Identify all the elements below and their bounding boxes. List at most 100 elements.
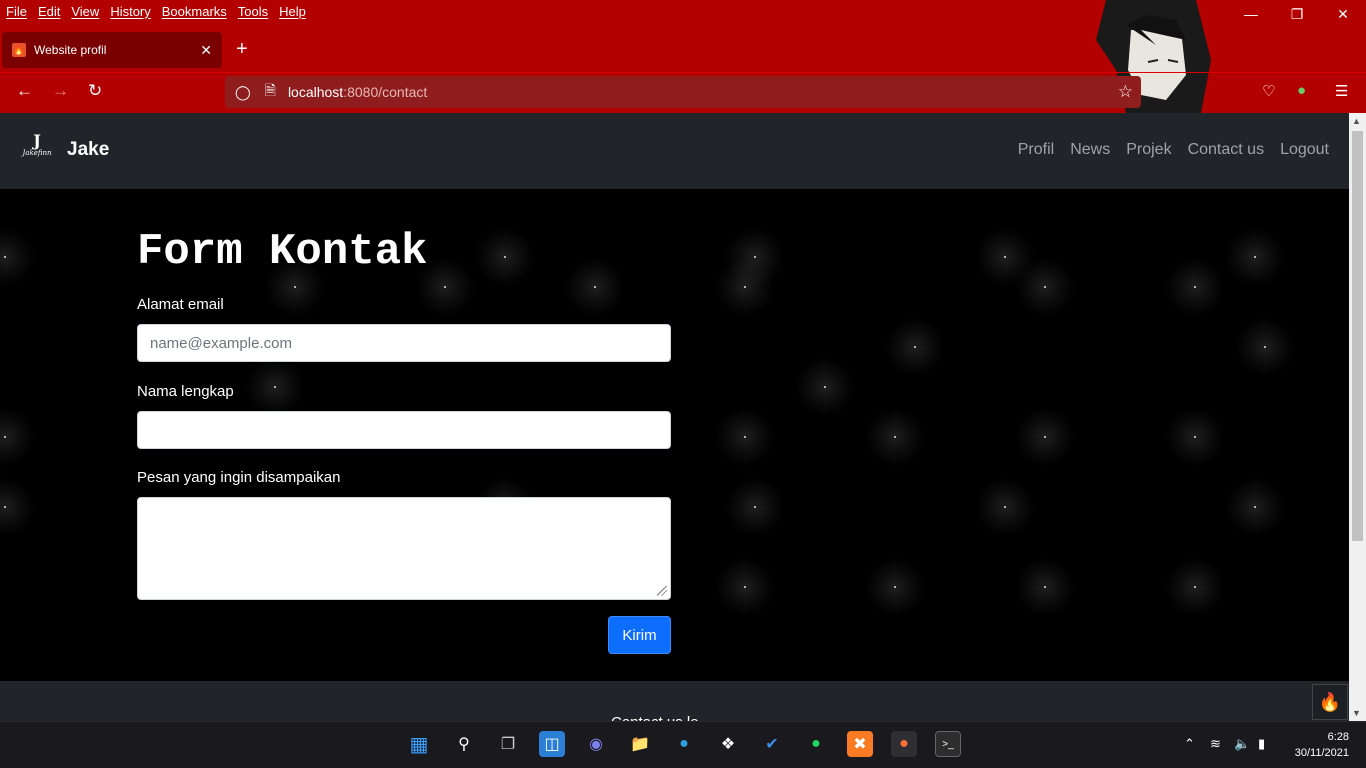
brand-logo-text: Jakefinn — [22, 149, 52, 157]
background-dot — [1015, 407, 1075, 467]
todo-icon[interactable]: ✔ — [759, 731, 785, 757]
name-field[interactable] — [137, 411, 671, 449]
file-explorer-icon[interactable]: 📁 — [627, 731, 653, 757]
new-tab-icon[interactable]: + — [236, 38, 248, 61]
background-dot — [865, 407, 925, 467]
background-dot — [0, 227, 35, 287]
message-textarea[interactable] — [137, 497, 671, 600]
bookmark-star-icon[interactable]: ☆ — [1118, 82, 1133, 102]
background-dot — [865, 557, 925, 617]
nav-link-projek[interactable]: Projek — [1126, 141, 1171, 159]
browser-chrome: File Edit View History Bookmarks Tools H… — [0, 0, 1366, 113]
url-path: :8080/contact — [343, 84, 428, 100]
volume-icon[interactable]: 🔈 — [1234, 736, 1250, 752]
background-dot — [1235, 317, 1295, 377]
scroll-down-icon[interactable]: ▼ — [1352, 708, 1361, 718]
minimize-icon[interactable]: — — [1228, 0, 1274, 28]
background-dot — [715, 407, 775, 467]
address-bar[interactable]: ◯ 🗎 localhost:8080/contact ☆ — [225, 76, 1141, 108]
menu-file[interactable]: File — [6, 4, 27, 19]
start-icon[interactable]: ▦ — [406, 731, 432, 757]
email-label: Alamat email — [137, 296, 224, 313]
clock-date: 30/11/2021 — [1294, 747, 1349, 759]
restore-icon[interactable]: ❐ — [1274, 0, 1320, 28]
teams-chat-icon[interactable]: ◉ — [583, 731, 609, 757]
edge-icon[interactable]: ● — [671, 731, 697, 757]
background-dot — [1225, 477, 1285, 537]
menu-help[interactable]: Help — [279, 4, 306, 19]
background-dot — [885, 317, 945, 377]
background-dot — [715, 257, 775, 317]
email-field[interactable]: name@example.com — [137, 324, 671, 362]
page-scrollbar[interactable]: ▲ ▼ — [1349, 113, 1366, 721]
reload-icon[interactable]: ↻ — [88, 81, 102, 101]
search-icon[interactable]: ⚲ — [451, 731, 477, 757]
xampp-icon[interactable]: ✖ — [847, 731, 873, 757]
clock-time: 6:28 — [1327, 731, 1349, 743]
battery-icon[interactable]: ▮ — [1258, 736, 1265, 752]
brand-logo[interactable]: J Jakefinn — [20, 131, 54, 165]
wifi-icon[interactable]: ≋ — [1210, 736, 1221, 752]
back-icon[interactable]: ← — [16, 81, 33, 101]
firefox-icon[interactable]: ● — [891, 731, 917, 757]
page-title: Form Kontak — [137, 227, 428, 277]
background-dot — [1015, 557, 1075, 617]
nav-link-profil[interactable]: Profil — [1018, 141, 1054, 159]
task-view-icon[interactable]: ❐ — [495, 731, 521, 757]
menu-tools[interactable]: Tools — [238, 4, 268, 19]
spotify-icon[interactable]: ● — [803, 731, 829, 757]
background-dot — [725, 477, 785, 537]
tab-bar: 🔥 Website profil ✕ + — [0, 30, 1366, 70]
background-dot — [0, 477, 35, 537]
site-footer: Contact us le — [0, 681, 1349, 723]
scrollbar-thumb[interactable] — [1352, 131, 1363, 541]
window-controls: — ❐ ✕ — [1228, 0, 1366, 28]
terminal-icon[interactable]: >_ — [935, 731, 961, 757]
nav-link-logout[interactable]: Logout — [1280, 141, 1329, 159]
background-dot — [1165, 407, 1225, 467]
extension-icon[interactable]: ● — [1297, 82, 1306, 99]
background-dot — [1165, 557, 1225, 617]
forward-icon[interactable]: → — [52, 81, 69, 101]
widgets-icon[interactable]: ◫ — [539, 731, 565, 757]
menu-history[interactable]: History — [110, 4, 150, 19]
resize-handle-icon[interactable] — [657, 586, 667, 596]
url-host: localhost — [287, 84, 344, 100]
scroll-up-icon[interactable]: ▲ — [1352, 116, 1361, 126]
shield-icon[interactable]: ◯ — [235, 84, 251, 101]
page-icon[interactable]: 🗎 — [265, 80, 276, 104]
submit-button[interactable]: Kirim — [608, 616, 671, 654]
background-dot — [715, 557, 775, 617]
close-window-icon[interactable]: ✕ — [1320, 0, 1366, 28]
background-dot — [1225, 227, 1285, 287]
menu-bar: File Edit View History Bookmarks Tools H… — [0, 0, 306, 22]
pocket-icon[interactable]: ♡ — [1262, 82, 1275, 100]
background-dot — [565, 257, 625, 317]
dropbox-icon[interactable]: ❖ — [715, 731, 741, 757]
tray-overflow-icon[interactable]: ⌃ — [1184, 736, 1195, 752]
nav-link-contact-us[interactable]: Contact us — [1188, 141, 1264, 159]
tab-title: Website profil — [34, 43, 107, 57]
codeigniter-favicon-icon: 🔥 — [12, 43, 26, 57]
site-nav-links: Profil News Projek Contact us Logout — [1018, 141, 1329, 159]
nav-link-news[interactable]: News — [1070, 141, 1110, 159]
brand-logo-mark: J — [33, 131, 41, 150]
brand-name[interactable]: Jake — [67, 139, 109, 161]
menu-view[interactable]: View — [71, 4, 99, 19]
background-dot — [0, 407, 35, 467]
system-clock[interactable]: 6:28 30/11/2021 — [1295, 729, 1349, 761]
hamburger-menu-icon[interactable]: ☰ — [1335, 82, 1348, 100]
background-dot — [1165, 257, 1225, 317]
background-dot — [475, 227, 535, 287]
close-tab-icon[interactable]: ✕ — [200, 42, 212, 59]
menu-bookmarks[interactable]: Bookmarks — [162, 4, 227, 19]
main-content: Form Kontak Alamat email name@example.co… — [0, 189, 1349, 681]
menu-edit[interactable]: Edit — [38, 4, 60, 19]
tab-website-profil[interactable]: 🔥 Website profil ✕ — [2, 32, 222, 68]
email-placeholder: name@example.com — [150, 334, 292, 352]
codeigniter-toolbar-icon[interactable]: 🔥 — [1312, 684, 1348, 720]
message-label: Pesan yang ingin disampaikan — [137, 469, 341, 486]
windows-taskbar: ▦ ⚲ ❐ ◫ ◉ 📁 ● ❖ ✔ ● ✖ ● >_ ⌃ ≋ 🔈 ▮ 6:28 … — [0, 721, 1366, 768]
background-dot — [795, 357, 855, 417]
name-label: Nama lengkap — [137, 383, 234, 400]
